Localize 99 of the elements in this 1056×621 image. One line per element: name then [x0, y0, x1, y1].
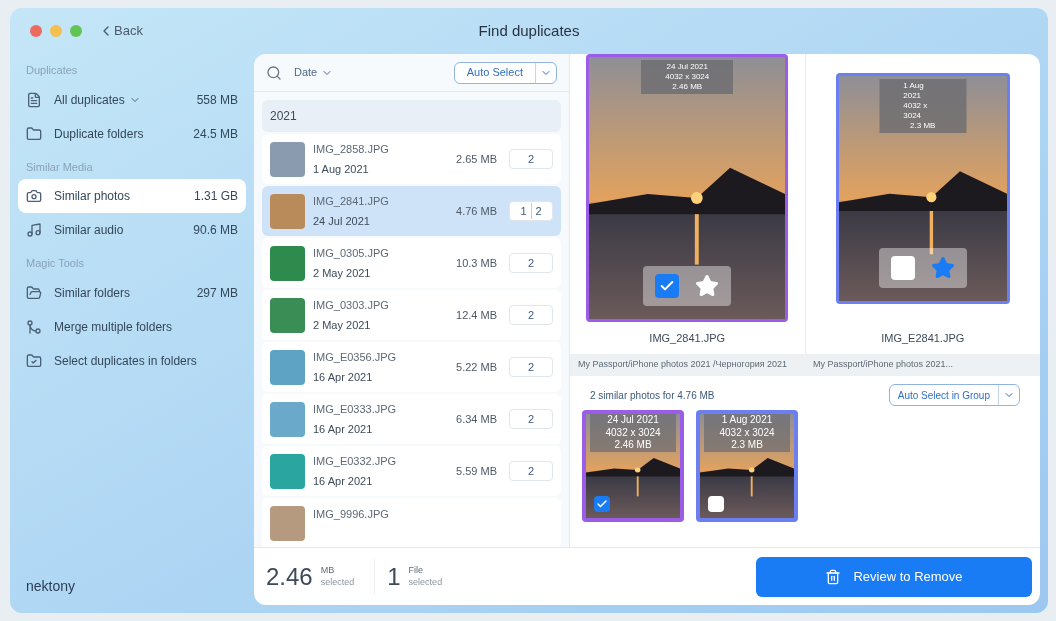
file-name: IMG_0303.JPG — [313, 297, 389, 313]
file-row[interactable]: IMG_9996.JPG — [262, 498, 561, 547]
photo-info-label: 24 Jul 2021 4032 x 3024 2.46 MB — [641, 60, 734, 94]
photo-thumbnail — [270, 245, 305, 281]
file-name: IMG_9996.JPG — [313, 507, 389, 522]
file-size: 2.65 MB — [456, 151, 497, 167]
photo-name: IMG_2841.JPG — [649, 330, 726, 346]
photo-thumbnail — [270, 141, 305, 177]
section-heading: Similar Media — [25, 159, 94, 175]
back-button[interactable]: Back — [98, 21, 143, 41]
sidebar-item[interactable]: Similar folders 297 MB — [18, 275, 246, 310]
auto-select-button[interactable]: Auto Select — [453, 61, 557, 84]
size-caption: selected — [320, 576, 355, 588]
photo-thumbnail-card[interactable]: 1 Aug 2021 4032 x 3024 2.3 MB — [696, 410, 798, 522]
count-badge: 2 — [509, 409, 553, 429]
document-icon — [26, 91, 42, 108]
file-row[interactable]: IMG_0305.JPG 2 May 2021 10.3 MB 2 — [262, 238, 561, 288]
logo: nektony — [25, 577, 77, 596]
section-heading: Magic Tools — [25, 256, 85, 271]
file-name: IMG_E0332.JPG — [313, 453, 397, 469]
file-size: 6.34 MB — [456, 411, 497, 427]
folder-icon — [26, 125, 42, 142]
count-badge: 2 — [509, 305, 553, 325]
photo-thumbnail-card[interactable]: 24 Jul 2021 4032 x 3024 2.46 MB — [582, 410, 684, 522]
count-badge: 2 — [509, 149, 553, 169]
trash-icon — [825, 568, 842, 585]
group-header: 2021 — [262, 100, 561, 132]
photo-thumbnail — [270, 193, 305, 229]
file-name: IMG_0305.JPG — [313, 245, 389, 261]
sidebar-item[interactable]: Similar photos 1.31 GB — [18, 179, 246, 213]
file-size: 5.22 MB — [456, 359, 497, 375]
checkbox[interactable] — [655, 274, 680, 298]
photo-card[interactable]: 1 Aug 2021 4032 x 3024 2.3 MB — [835, 72, 1010, 304]
file-row[interactable]: IMG_E0332.JPG 16 Apr 2021 5.59 MB 2 — [262, 446, 561, 496]
zoom-button[interactable] — [70, 25, 82, 37]
file-date: 24 Jul 2021 — [313, 214, 371, 229]
file-size: 4.76 MB — [456, 203, 497, 219]
file-row[interactable]: IMG_2841.JPG 24 Jul 2021 4.76 MB 1 2 — [262, 186, 561, 236]
checkbox[interactable] — [708, 496, 724, 512]
file-size: 12.4 MB — [456, 307, 497, 323]
count-badge: 2 — [509, 253, 553, 273]
photo-thumbnail — [270, 453, 305, 489]
file-date: 2 May 2021 — [313, 266, 372, 281]
search-icon[interactable] — [266, 64, 282, 81]
file-date: 2 May 2021 — [313, 318, 372, 333]
file-path: My Passport/iPhone photos 2021 /Черногория 2021 — [577, 358, 789, 372]
file-date: 16 Apr 2021 — [313, 474, 374, 489]
file-row[interactable]: IMG_E0356.JPG 16 Apr 2021 5.22 MB 2 — [262, 342, 561, 392]
photo-thumbnail — [270, 297, 305, 333]
size-unit: MB — [320, 565, 336, 577]
photo-card[interactable]: 24 Jul 2021 4032 x 3024 2.46 MB — [586, 54, 789, 322]
music-note-icon — [26, 222, 42, 238]
file-row[interactable]: IMG_E0333.JPG 16 Apr 2021 6.34 MB 2 — [262, 394, 561, 444]
folder-icon — [26, 284, 42, 301]
selected-file-count: 1 — [374, 558, 401, 595]
count-badge: 1 2 — [509, 201, 553, 221]
photo-info-label: 1 Aug 2021 4032 x 3024 2.3 MB — [879, 78, 967, 133]
file-date: 16 Apr 2021 — [313, 422, 374, 437]
section-heading: Duplicates — [25, 63, 79, 78]
file-row[interactable]: IMG_0303.JPG 2 May 2021 12.4 MB 2 — [262, 290, 561, 340]
sidebar-item[interactable]: All duplicates 558 MB — [18, 82, 246, 117]
file-name: IMG_E0356.JPG — [313, 349, 397, 365]
camera-icon — [26, 188, 42, 204]
files-unit: File — [408, 565, 425, 577]
photo-info-label: 24 Jul 2021 4032 x 3024 2.46 MB — [590, 414, 676, 452]
sort-dropdown[interactable]: Date — [294, 64, 334, 81]
file-name: IMG_E0333.JPG — [313, 401, 397, 417]
file-size: 10.3 MB — [456, 255, 497, 271]
file-name: IMG_2841.JPG — [313, 193, 389, 209]
photo-thumbnail — [270, 401, 305, 437]
folder-check-icon — [26, 352, 42, 369]
star-icon[interactable] — [695, 274, 720, 298]
review-to-remove-button[interactable]: Review to Remove — [756, 556, 1032, 597]
photo-name: IMG_E2841.JPG — [881, 330, 965, 346]
sidebar-item[interactable]: Merge multiple folders — [18, 309, 246, 344]
photo-info-label: 1 Aug 2021 4032 x 3024 2.3 MB — [704, 414, 790, 452]
selected-size: 2.46 — [266, 561, 313, 592]
count-badge: 2 — [509, 461, 553, 481]
checkbox[interactable] — [594, 496, 610, 512]
file-name: IMG_2858.JPG — [313, 141, 389, 157]
group-summary: 2 similar photos for 4.76 MB — [590, 388, 715, 403]
close-button[interactable] — [30, 25, 42, 37]
file-size: 5.59 MB — [456, 463, 497, 479]
photo-thumbnail — [270, 349, 305, 385]
file-date: 1 Aug 2021 — [313, 162, 370, 177]
photo-thumbnail — [270, 506, 305, 541]
files-caption: selected — [408, 576, 443, 588]
sidebar-item[interactable]: Select duplicates in folders — [18, 343, 246, 378]
star-icon[interactable] — [930, 255, 955, 280]
file-row[interactable]: IMG_2858.JPG 1 Aug 2021 2.65 MB 2 — [262, 134, 561, 184]
auto-select-group-button[interactable]: Auto Select in Group — [888, 384, 1020, 406]
file-date: 16 Apr 2021 — [313, 370, 374, 385]
check-icon — [596, 498, 608, 510]
sidebar-item[interactable]: Duplicate folders 24.5 MB — [18, 116, 246, 151]
merge-arrow-icon — [26, 318, 42, 335]
window-title: Find duplicates — [478, 20, 580, 41]
file-path: My Passport/iPhone photos 2021... — [812, 358, 955, 372]
sidebar-item[interactable]: Similar audio 90.6 MB — [18, 213, 246, 247]
count-badge: 2 — [509, 357, 553, 377]
